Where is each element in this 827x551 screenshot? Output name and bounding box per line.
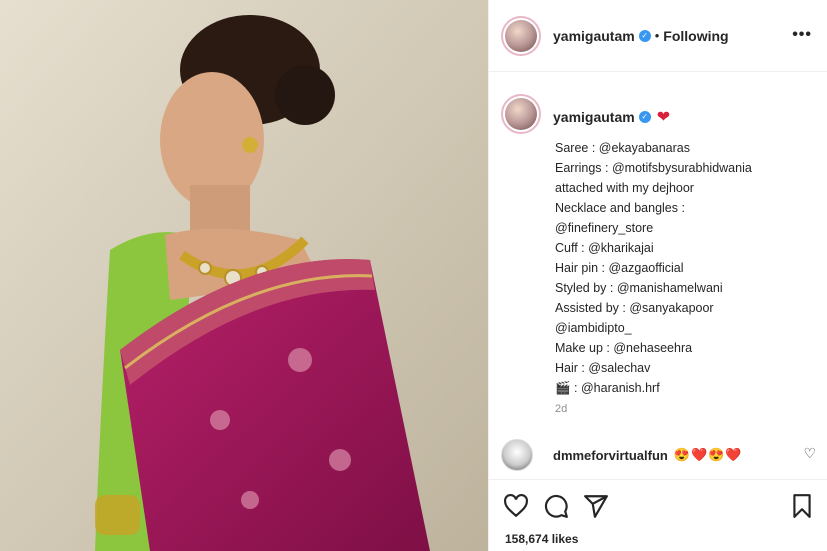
more-icon[interactable]: ••• [792,26,812,44]
caption-username[interactable]: yamigautam [553,109,635,125]
verified-icon: ✓ [638,111,651,123]
caption-header: yamigautam ✓ ❤ [501,94,670,134]
separator-dot: • [654,28,660,43]
caption-line: Hair : @salechav [555,361,651,375]
post-image[interactable] [0,0,488,551]
caption-line: @finefinery_store [555,221,654,235]
caption-author: yamigautam ✓ ❤ [553,100,670,134]
comment-row: dmmeforvirtualfun 😍❤️😍❤️ ♡ [501,439,816,471]
comment-icon[interactable] [543,493,569,519]
action-bar: 158,674 likes [489,479,827,551]
comment-username[interactable]: dmmeforvirtualfun [553,448,668,463]
caption-line: Cuff : @kharikajai [555,241,654,255]
caption-line: Assisted by : @sanyakapoor [555,301,714,315]
bookmark-icon[interactable] [789,493,815,519]
caption-line: 🎬 : @haranish.hrf [555,381,660,395]
post-details-panel: yamigautam ✓ • Following ••• yamigautam … [488,0,827,551]
avatar-image [505,98,537,130]
caption-text: Saree : @ekayabanaras Earrings : @motifs… [555,138,817,398]
verified-icon: ✓ [638,29,651,42]
caption-line: Necklace and bangles : [555,201,685,215]
caption-avatar[interactable] [501,94,541,134]
portrait-illustration [0,0,488,551]
likes-count[interactable]: 158,674 likes [505,532,578,546]
heart-icon[interactable] [503,493,529,519]
comment-text: 😍❤️😍❤️ [673,447,743,462]
header-username[interactable]: yamigautam [553,28,635,44]
comment-like-icon[interactable]: ♡ [803,445,816,462]
caption-line: Styled by : @manishamelwani [555,281,723,295]
caption-line: Saree : @ekayabanaras [555,141,690,155]
caption-line: @iambidipto_ [555,321,632,335]
caption-line: Earrings : @motifsbysurabhidwania [555,161,752,175]
share-icon[interactable] [583,493,609,519]
post-header: yamigautam ✓ • Following ••• [489,0,827,72]
following-button[interactable]: Following [663,28,728,44]
avatar[interactable] [501,15,541,56]
avatar-image [505,19,537,52]
time-ago[interactable]: 2d [555,403,567,415]
comment-avatar[interactable] [501,439,533,471]
heart-emoji-icon: ❤ [656,109,671,126]
caption-line: attached with my dejhoor [555,181,694,195]
caption-line: Hair pin : @azgaofficial [555,261,684,275]
caption-line: Make up : @nehaseehra [555,341,693,355]
